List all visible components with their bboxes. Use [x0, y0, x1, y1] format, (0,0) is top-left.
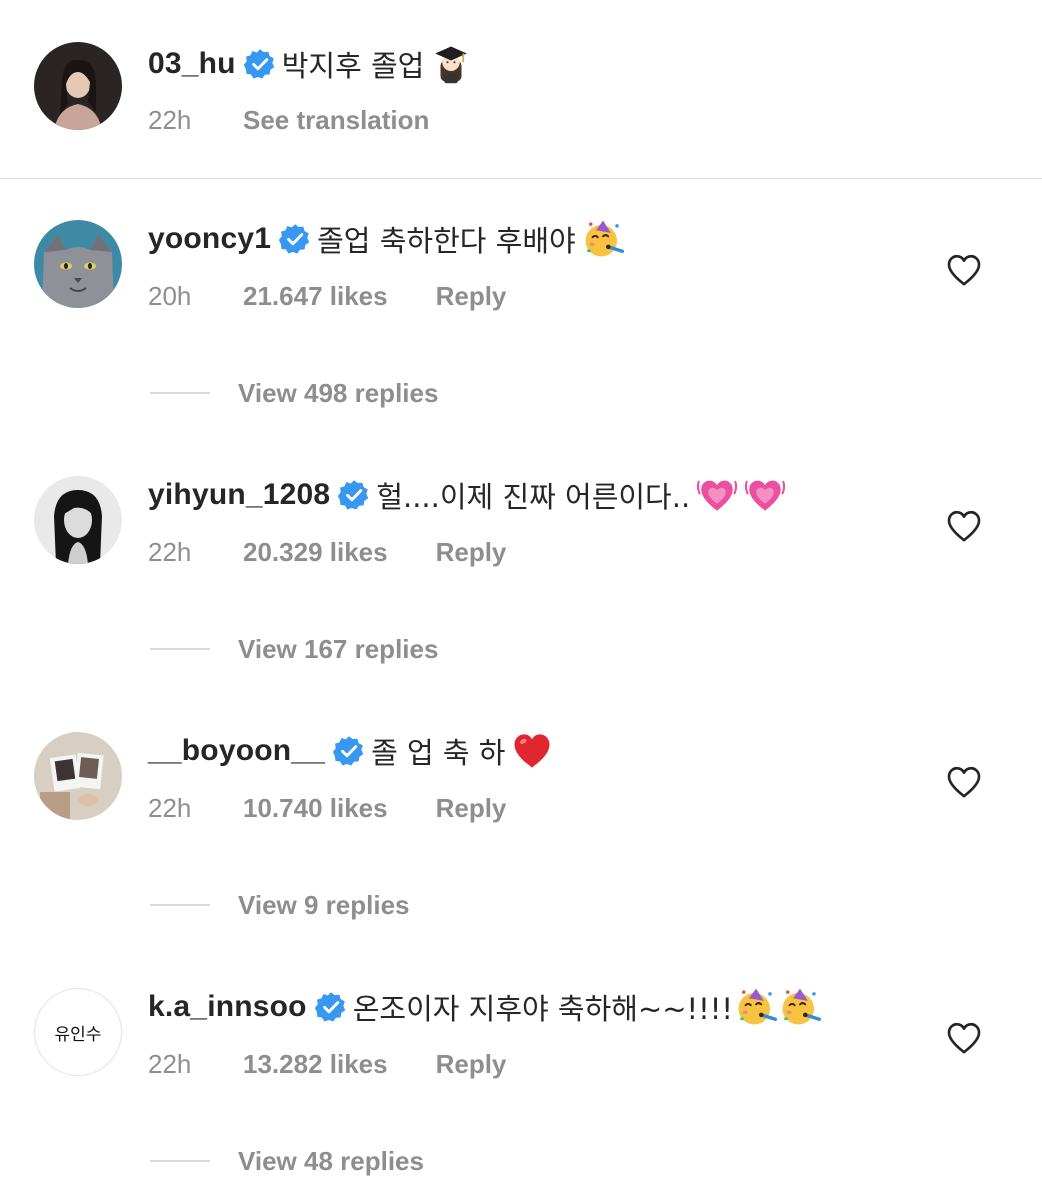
- student-emoji-icon: [430, 43, 472, 85]
- red-heart-emoji-icon: [511, 730, 553, 772]
- comment-text: 졸 업 축 하: [371, 736, 506, 770]
- view-replies-label: View 9 replies: [238, 889, 410, 920]
- timestamp: 22h: [148, 104, 192, 135]
- reply-button[interactable]: Reply: [436, 537, 507, 568]
- avatar-text: 유인수: [34, 988, 122, 1076]
- avatar[interactable]: [34, 220, 122, 308]
- view-replies-button[interactable]: View 498 replies: [150, 375, 438, 411]
- reply-button[interactable]: Reply: [436, 1049, 507, 1080]
- view-replies-button[interactable]: View 167 replies: [150, 631, 438, 667]
- verified-badge-icon: [333, 735, 365, 767]
- verified-badge-icon: [338, 479, 370, 511]
- timestamp: 20h: [148, 280, 192, 311]
- growing-heart-emoji-icon: [744, 474, 786, 516]
- view-replies-label: View 167 replies: [238, 633, 439, 664]
- like-heart-icon[interactable]: [944, 506, 984, 546]
- comment-text: 헐....이제 진짜 어른이다..: [376, 480, 691, 514]
- timestamp: 22h: [148, 792, 192, 823]
- partying-face-emoji-icon: [582, 218, 624, 260]
- timestamp: 22h: [148, 536, 192, 567]
- growing-heart-emoji-icon: [696, 474, 738, 516]
- like-count[interactable]: 21.647 likes: [243, 281, 388, 312]
- reply-button[interactable]: Reply: [436, 281, 507, 312]
- view-replies-button[interactable]: View 9 replies: [150, 887, 410, 923]
- view-replies-button[interactable]: View 48 replies: [150, 1143, 424, 1179]
- view-replies-label: View 498 replies: [238, 377, 439, 408]
- like-count[interactable]: 13.282 likes: [243, 1049, 388, 1080]
- like-heart-icon[interactable]: [944, 1018, 984, 1058]
- timestamp: 22h: [148, 1048, 192, 1079]
- like-heart-icon[interactable]: [944, 762, 984, 802]
- divider: [0, 178, 1042, 179]
- reply-button[interactable]: Reply: [436, 793, 507, 824]
- see-translation-link[interactable]: See translation: [243, 105, 429, 136]
- avatar[interactable]: [34, 476, 122, 564]
- avatar[interactable]: 유인수: [34, 988, 122, 1076]
- username[interactable]: yooncy1: [148, 222, 271, 256]
- avatar[interactable]: [34, 42, 122, 130]
- like-count[interactable]: 10.740 likes: [243, 793, 388, 824]
- replies-dash: [150, 1160, 210, 1162]
- replies-dash: [150, 648, 210, 650]
- avatar[interactable]: [34, 732, 122, 820]
- username[interactable]: k.a_innsoo: [148, 990, 307, 1024]
- replies-dash: [150, 392, 210, 394]
- like-heart-icon[interactable]: [944, 250, 984, 290]
- username[interactable]: 03_hu: [148, 47, 236, 81]
- post-caption-text: 박지후 졸업: [281, 49, 425, 83]
- username[interactable]: yihyun_1208: [148, 478, 330, 512]
- like-count[interactable]: 20.329 likes: [243, 537, 388, 568]
- verified-badge-icon: [244, 48, 276, 80]
- verified-badge-icon: [279, 223, 311, 255]
- view-replies-label: View 48 replies: [238, 1145, 424, 1176]
- comment-text: 졸업 축하한다 후배야: [317, 224, 576, 258]
- verified-badge-icon: [315, 991, 347, 1023]
- username[interactable]: __boyoon__: [148, 734, 325, 768]
- partying-face-emoji-icon: [735, 986, 777, 1028]
- partying-face-emoji-icon: [779, 986, 821, 1028]
- replies-dash: [150, 904, 210, 906]
- comment-text: 온조이자 지후야 축하해~~!!!!: [352, 992, 734, 1026]
